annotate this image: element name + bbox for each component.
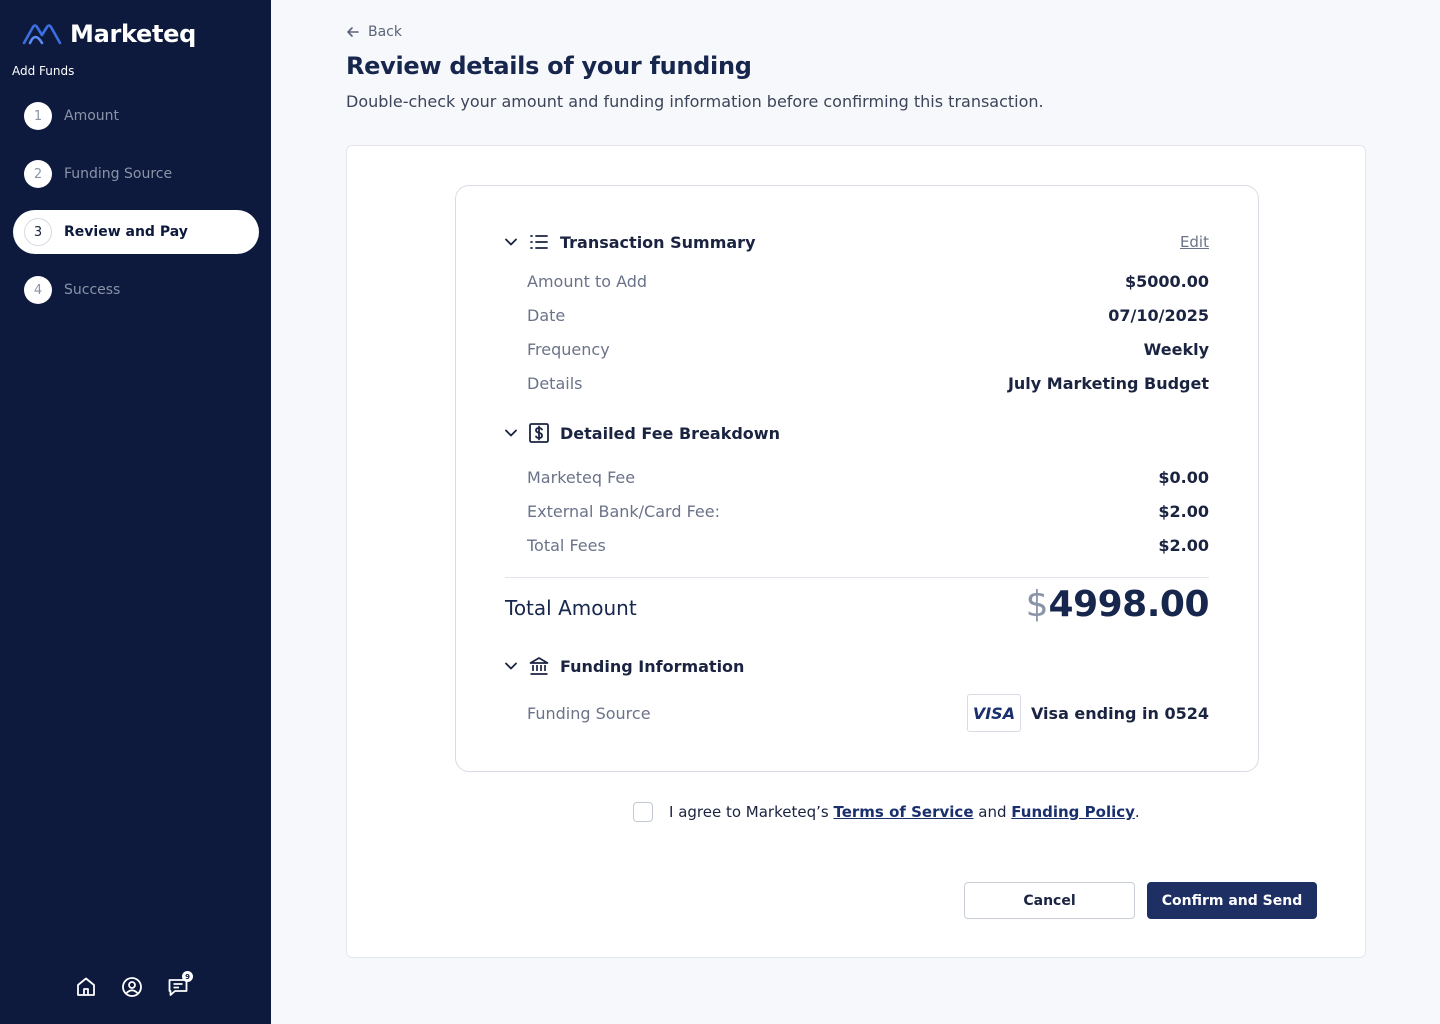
fee-row: External Bank/Card Fee: $2.00 (527, 500, 1209, 522)
chevron-down-icon[interactable] (504, 426, 518, 440)
row-label: Frequency (527, 339, 610, 359)
currency-symbol: $ (1025, 584, 1049, 625)
profile-icon[interactable] (120, 975, 144, 999)
step-number: 1 (24, 102, 52, 130)
messages-badge: 9 (182, 971, 193, 982)
total-number: 4998.00 (1048, 584, 1210, 625)
fee-row: Marketeq Fee $0.00 (527, 466, 1209, 488)
row-label: Date (527, 305, 566, 325)
terms-of-service-link[interactable]: Terms of Service (833, 803, 973, 821)
step-list: 1 Amount 2 Funding Source 3 Review and P… (13, 94, 259, 326)
list-icon (530, 235, 548, 249)
step-label: Review and Pay (64, 224, 188, 240)
home-icon[interactable] (74, 975, 98, 999)
row-label: Total Fees (527, 535, 606, 555)
step-success[interactable]: 4 Success (13, 268, 259, 312)
logo[interactable]: Marketeq (22, 20, 196, 48)
arrow-left-icon (347, 27, 359, 37)
dollar-receipt-icon (529, 423, 549, 443)
page-subtitle: Double-check your amount and funding inf… (346, 92, 1044, 111)
confirm-and-send-button[interactable]: Confirm and Send (1147, 882, 1317, 919)
transaction-summary-title: Transaction Summary (560, 232, 756, 252)
row-value: $5000.00 (1124, 271, 1209, 291)
step-amount[interactable]: 1 Amount (13, 94, 259, 138)
row-value: Weekly (1143, 339, 1209, 359)
row-label: External Bank/Card Fee: (527, 501, 720, 521)
card-description: Visa ending in 0524 (1030, 703, 1209, 723)
row-label: Funding Source (527, 703, 651, 723)
row-value: $2.00 (1158, 501, 1209, 521)
fee-row: Total Fees $2.00 (527, 534, 1209, 556)
step-funding-source[interactable]: 2 Funding Source (13, 152, 259, 196)
row-label: Amount to Add (527, 271, 648, 291)
fee-breakdown-header[interactable]: Detailed Fee Breakdown (504, 422, 780, 444)
agree-checkbox[interactable] (633, 802, 653, 822)
back-link[interactable]: Back (346, 24, 402, 40)
total-amount-value: $ 4998.00 (1025, 584, 1210, 625)
funding-source-row: Funding Source VISA Visa ending in 0524 (527, 693, 1209, 733)
review-card: Transaction Summary Edit Amount to Add $… (455, 185, 1259, 772)
agreement-prefix: I agree to Marketeq’s (669, 803, 829, 821)
chevron-down-icon[interactable] (504, 235, 518, 249)
transaction-summary-header[interactable]: Transaction Summary (504, 231, 756, 253)
fee-breakdown-title: Detailed Fee Breakdown (560, 423, 780, 443)
total-amount-label: Total Amount (505, 596, 637, 620)
step-label: Funding Source (64, 166, 173, 182)
messages-icon[interactable]: 9 (166, 971, 193, 999)
step-label: Amount (64, 108, 120, 124)
agreement-row: I agree to Marketeq’s Terms of Service a… (633, 802, 1140, 822)
funding-info-header[interactable]: Funding Information (504, 655, 744, 677)
brand-name: Marketeq (70, 20, 197, 48)
step-number: 2 (24, 160, 52, 188)
sidebar-bottom-icons: 9 (74, 971, 193, 999)
agreement-middle: and (973, 803, 1012, 821)
cancel-button[interactable]: Cancel (964, 882, 1135, 919)
summary-row: Date 07/10/2025 (527, 304, 1209, 326)
step-number: 3 (24, 218, 52, 246)
row-label: Marketeq Fee (527, 467, 636, 487)
funding-info-title: Funding Information (560, 656, 745, 676)
row-value: 07/10/2025 (1108, 305, 1209, 325)
row-value: $0.00 (1158, 467, 1209, 487)
step-number: 4 (24, 276, 52, 304)
row-label: Details (527, 373, 583, 393)
edit-link[interactable]: Edit (1180, 233, 1209, 251)
marketeq-logo-icon (22, 24, 62, 45)
row-value: $2.00 (1158, 535, 1209, 555)
divider (505, 577, 1209, 578)
row-value: July Marketing Budget (1007, 373, 1209, 393)
summary-row: Amount to Add $5000.00 (527, 270, 1209, 292)
step-review-and-pay[interactable]: 3 Review and Pay (13, 210, 259, 254)
chevron-down-icon[interactable] (504, 659, 518, 673)
funding-policy-link[interactable]: Funding Policy (1011, 803, 1135, 821)
summary-row: Details July Marketing Budget (527, 372, 1209, 394)
page-title: Review details of your funding (346, 52, 752, 80)
sidebar-heading: Add Funds (12, 64, 75, 78)
summary-row: Frequency Weekly (527, 338, 1209, 360)
funding-source-value: VISA Visa ending in 0524 (966, 694, 1209, 732)
step-label: Success (64, 282, 121, 298)
agreement-suffix: . (1134, 803, 1140, 821)
sidebar: Marketeq Add Funds 1 Amount 2 Funding So… (0, 0, 271, 1024)
visa-logo-icon: VISA (966, 694, 1021, 732)
review-panel: Transaction Summary Edit Amount to Add $… (346, 145, 1366, 958)
back-label: Back (368, 24, 402, 40)
bank-icon (529, 657, 549, 675)
